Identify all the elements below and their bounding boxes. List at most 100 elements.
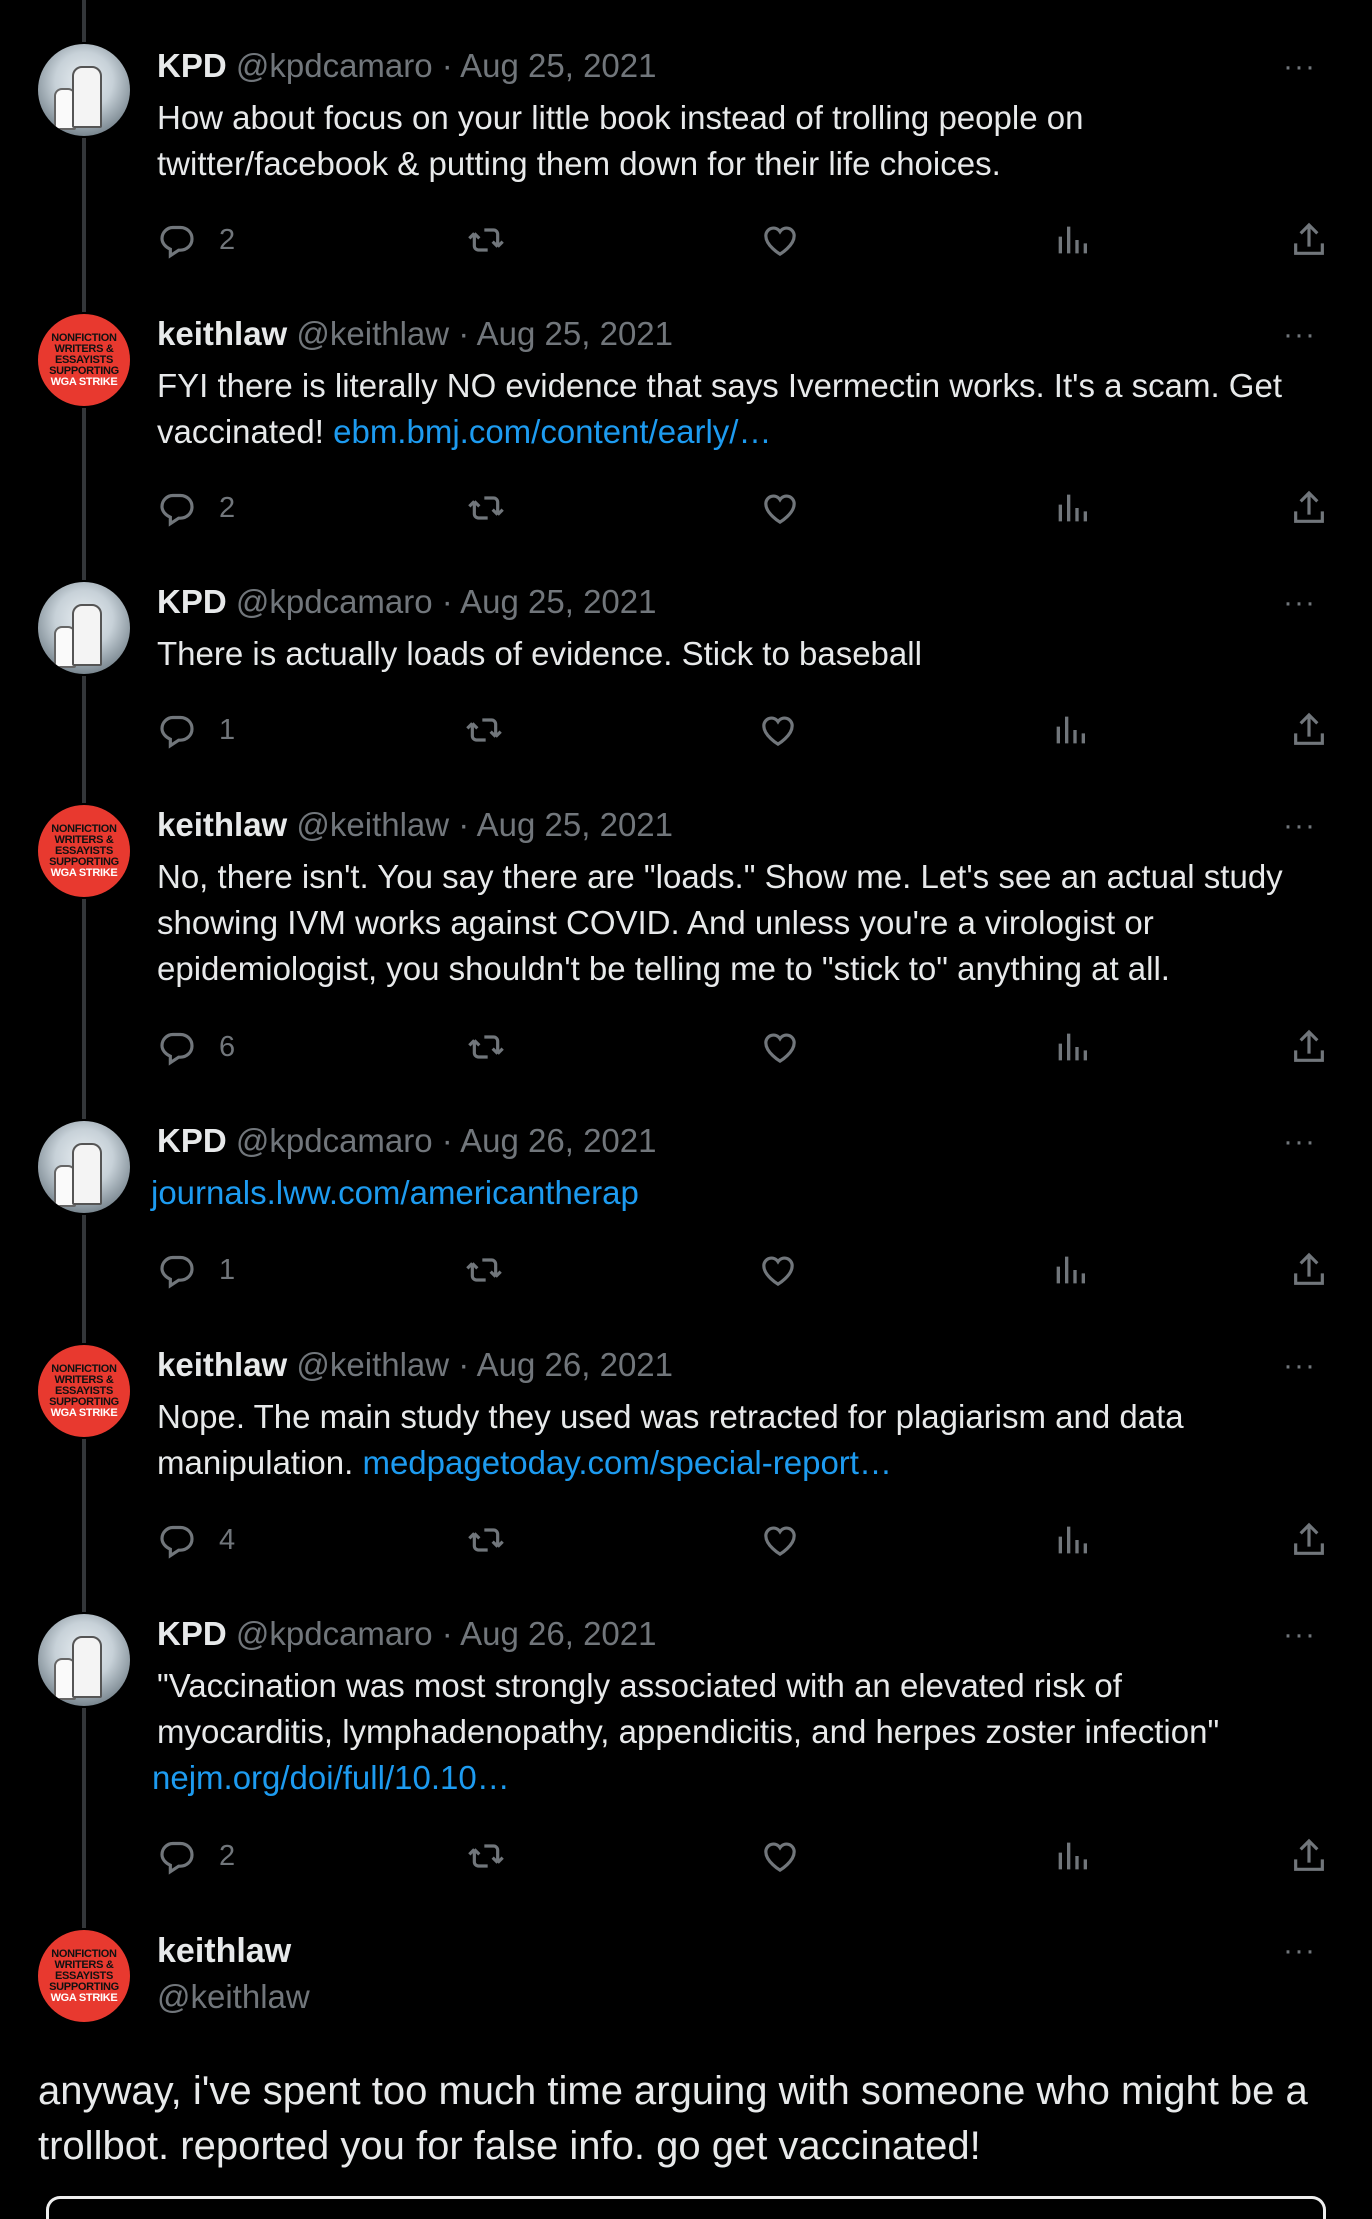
handle[interactable]: @keithlaw	[296, 315, 449, 352]
share-button[interactable]	[1289, 1836, 1329, 1876]
avatar-figure	[72, 66, 102, 128]
retweet-button[interactable]	[466, 220, 506, 260]
views-button[interactable]	[1052, 220, 1092, 260]
thread-line	[82, 761, 86, 803]
main-tweet[interactable]: NONFICTION WRITERS & ESSAYISTS SUPPORTIN…	[0, 1886, 1372, 2206]
tweet[interactable]: NONFICTION WRITERS & ESSAYISTS SUPPORTIN…	[0, 1301, 1372, 1570]
more-options-icon[interactable]: ···	[1283, 588, 1316, 618]
tweet-link[interactable]: journals.lww.com/americantherap	[151, 1174, 639, 1211]
avatar[interactable]	[38, 44, 130, 136]
reply-composer-edge	[46, 2196, 1326, 2219]
share-icon	[1294, 1838, 1324, 1871]
handle[interactable]: @keithlaw	[296, 1346, 449, 1383]
avatar[interactable]: NONFICTION WRITERS & ESSAYISTS SUPPORTIN…	[38, 1345, 130, 1437]
more-options-icon[interactable]: ···	[1283, 811, 1316, 841]
reply-button[interactable]: 1	[157, 1250, 235, 1290]
retweet-button[interactable]	[464, 710, 504, 750]
more-options-icon[interactable]: ···	[1283, 1351, 1316, 1381]
like-button[interactable]	[760, 1836, 800, 1876]
retweet-button[interactable]	[466, 1836, 506, 1876]
share-icon	[1294, 490, 1324, 523]
display-name[interactable]: KPD	[157, 47, 227, 84]
reply-button[interactable]: 2	[157, 220, 235, 260]
tweet[interactable]: NONFICTION WRITERS & ESSAYISTS SUPPORTIN…	[0, 761, 1372, 1077]
avatar-text: SUPPORTING	[49, 1980, 119, 1993]
avatar[interactable]	[38, 1121, 130, 1213]
share-icon	[1294, 712, 1324, 745]
tweet-link[interactable]: ebm.bmj.com/content/early/…	[333, 413, 771, 450]
more-options-icon[interactable]: ···	[1283, 1620, 1316, 1650]
thread-line	[82, 0, 86, 42]
avatar[interactable]: NONFICTION WRITERS & ESSAYISTS SUPPORTIN…	[38, 1930, 130, 2022]
avatar-text: ESSAYISTS	[54, 1969, 114, 1982]
separator: ·	[441, 583, 453, 620]
share-button[interactable]	[1289, 1027, 1329, 1067]
reply-button[interactable]: 6	[157, 1027, 235, 1067]
more-options-icon[interactable]: ···	[1283, 320, 1316, 350]
more-options-icon[interactable]: ···	[1283, 1936, 1316, 1966]
avatar[interactable]: NONFICTION WRITERS & ESSAYISTS SUPPORTIN…	[38, 805, 130, 897]
share-icon	[1294, 1522, 1324, 1555]
timestamp[interactable]: Aug 25, 2021	[460, 583, 656, 620]
like-button[interactable]	[760, 1520, 800, 1560]
retweet-button[interactable]	[466, 1027, 506, 1067]
reply-button[interactable]: 2	[157, 1836, 235, 1876]
like-button[interactable]	[760, 220, 800, 260]
views-button[interactable]	[1050, 1250, 1090, 1290]
reply-button[interactable]: 1	[157, 710, 235, 750]
share-button[interactable]	[1289, 1520, 1329, 1560]
handle[interactable]: @kpdcamaro	[236, 583, 433, 620]
share-button[interactable]	[1289, 488, 1329, 528]
views-button[interactable]	[1052, 1836, 1092, 1876]
views-button[interactable]	[1052, 1027, 1092, 1067]
tweet[interactable]: KPD @kpdcamaro · Aug 25, 2021 ··· How ab…	[0, 0, 1372, 270]
retweet-button[interactable]	[466, 488, 506, 528]
reply-button[interactable]: 2	[157, 488, 235, 528]
handle[interactable]: @kpdcamaro	[236, 1122, 433, 1159]
views-button[interactable]	[1050, 710, 1090, 750]
tweet-link[interactable]: medpagetoday.com/special-report…	[362, 1444, 891, 1481]
avatar[interactable]	[38, 582, 130, 674]
handle[interactable]: @keithlaw	[157, 1978, 310, 2016]
display-name[interactable]: keithlaw	[157, 1932, 291, 1971]
timestamp[interactable]: Aug 25, 2021	[477, 806, 673, 843]
avatar[interactable]	[38, 1614, 130, 1706]
share-button[interactable]	[1289, 220, 1329, 260]
like-button[interactable]	[760, 1027, 800, 1067]
timestamp[interactable]: Aug 25, 2021	[460, 47, 656, 84]
tweet[interactable]: KPD @kpdcamaro · Aug 26, 2021 ··· "Vacci…	[0, 1570, 1372, 1886]
like-button[interactable]	[758, 1250, 798, 1290]
display-name[interactable]: KPD	[157, 1122, 227, 1159]
handle[interactable]: @keithlaw	[296, 806, 449, 843]
tweet[interactable]: KPD @kpdcamaro · Aug 25, 2021 ··· There …	[0, 538, 1372, 761]
timestamp[interactable]: Aug 26, 2021	[460, 1122, 656, 1159]
views-button[interactable]	[1052, 488, 1092, 528]
share-button[interactable]	[1289, 710, 1329, 750]
timestamp[interactable]: Aug 26, 2021	[460, 1615, 656, 1652]
views-button[interactable]	[1052, 1520, 1092, 1560]
display-name[interactable]: KPD	[157, 583, 227, 620]
reply-count: 2	[219, 1839, 236, 1872]
display-name[interactable]: keithlaw	[157, 315, 287, 352]
more-options-icon[interactable]: ···	[1283, 1127, 1316, 1157]
more-options-icon[interactable]: ···	[1283, 52, 1316, 82]
handle[interactable]: @kpdcamaro	[236, 47, 433, 84]
timestamp[interactable]: Aug 26, 2021	[477, 1346, 673, 1383]
tweet[interactable]: NONFICTION WRITERS & ESSAYISTS SUPPORTIN…	[0, 270, 1372, 538]
tweet[interactable]: KPD @kpdcamaro · Aug 26, 2021 ··· journa…	[0, 1077, 1372, 1301]
retweet-button[interactable]	[464, 1250, 504, 1290]
display-name[interactable]: keithlaw	[157, 1346, 287, 1383]
like-button[interactable]	[758, 710, 798, 750]
reply-button[interactable]: 4	[157, 1520, 235, 1560]
share-button[interactable]	[1289, 1250, 1329, 1290]
tweet-header: keithlaw @keithlaw · Aug 26, 2021	[157, 1345, 673, 1385]
display-name[interactable]: KPD	[157, 1615, 227, 1652]
tweet-link[interactable]: nejm.org/doi/full/10.10…	[152, 1759, 510, 1796]
retweet-button[interactable]	[466, 1520, 506, 1560]
handle[interactable]: @kpdcamaro	[236, 1615, 433, 1652]
like-button[interactable]	[760, 488, 800, 528]
heart-icon	[762, 716, 794, 747]
timestamp[interactable]: Aug 25, 2021	[477, 315, 673, 352]
display-name[interactable]: keithlaw	[157, 806, 287, 843]
avatar[interactable]: NONFICTION WRITERS & ESSAYISTS SUPPORTIN…	[38, 314, 130, 406]
